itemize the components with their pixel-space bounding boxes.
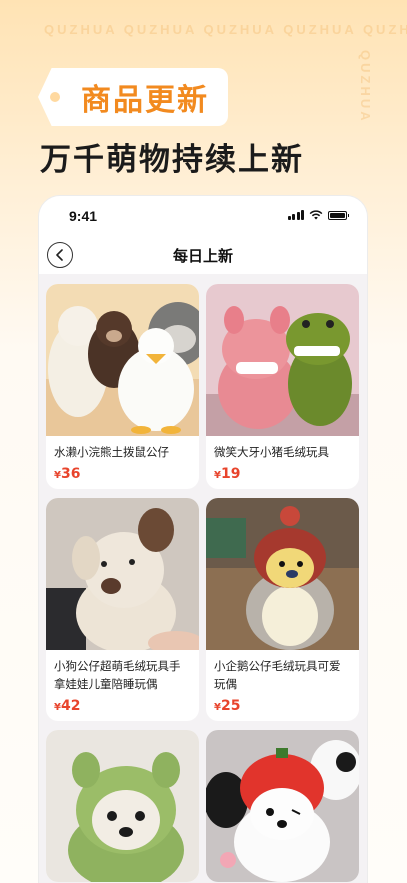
status-icons — [287, 210, 349, 220]
product-price: ¥25 — [214, 695, 351, 714]
cellular-signal-icon — [287, 210, 304, 220]
product-image — [46, 498, 199, 650]
tag-hole — [50, 92, 60, 102]
nav-title: 每日上新 — [172, 247, 233, 265]
product-title: 小企鹅公仔毛绒玩具可爱玩偶 — [214, 659, 341, 691]
currency-symbol: ¥ — [214, 702, 221, 713]
watermark-side-text: QUZHUA — [358, 50, 373, 124]
product-card[interactable]: 小狗公仔超萌毛绒玩具手拿娃娃儿童陪睡玩偶 ¥42 — [46, 498, 199, 721]
phone-mockup: 9:41 每日上新 水濑小浣熊土拨鼠公仔 ¥36 微笑大牙小猪毛绒玩具 ¥19 … — [38, 195, 368, 883]
currency-symbol: ¥ — [214, 470, 221, 481]
product-title: 微笑大牙小猪毛绒玩具 — [214, 445, 329, 459]
product-title: 水濑小浣熊土拨鼠公仔 — [54, 445, 169, 459]
wifi-icon — [309, 210, 323, 220]
product-card[interactable] — [46, 730, 199, 882]
phone-header: 9:41 每日上新 — [39, 196, 367, 274]
price-value: 42 — [60, 698, 81, 714]
product-card[interactable] — [206, 730, 359, 882]
product-card[interactable]: 水濑小浣熊土拨鼠公仔 ¥36 — [46, 284, 199, 489]
headline: 万千萌物持续上新 — [40, 142, 304, 178]
product-card[interactable]: 微笑大牙小猪毛绒玩具 ¥19 — [206, 284, 359, 489]
section-badge: 商品更新 — [38, 68, 228, 126]
product-image — [206, 284, 359, 436]
watermark-text: QUZHUA QUZHUA QUZHUA QUZHUA QUZHUA — [44, 22, 407, 37]
product-image — [206, 498, 359, 650]
battery-icon — [328, 210, 349, 220]
badge-body: 商品更新 — [62, 68, 228, 126]
price-value: 19 — [220, 466, 241, 482]
product-title: 小狗公仔超萌毛绒玩具手拿娃娃儿童陪睡玩偶 — [54, 659, 181, 691]
currency-symbol: ¥ — [54, 470, 61, 481]
product-price: ¥42 — [54, 695, 191, 714]
currency-symbol: ¥ — [54, 702, 61, 713]
product-card[interactable]: 小企鹅公仔毛绒玩具可爱玩偶 ¥25 — [206, 498, 359, 721]
product-image — [206, 730, 359, 882]
price-value: 25 — [220, 698, 241, 714]
product-price: ¥36 — [54, 463, 191, 482]
product-image — [46, 730, 199, 882]
product-grid: 水濑小浣熊土拨鼠公仔 ¥36 微笑大牙小猪毛绒玩具 ¥19 小狗公仔超萌毛绒玩具… — [39, 274, 367, 882]
status-time: 9:41 — [69, 208, 98, 224]
price-value: 36 — [60, 466, 81, 482]
product-image — [46, 284, 199, 436]
product-price: ¥19 — [214, 463, 351, 482]
badge-label: 商品更新 — [81, 83, 209, 118]
